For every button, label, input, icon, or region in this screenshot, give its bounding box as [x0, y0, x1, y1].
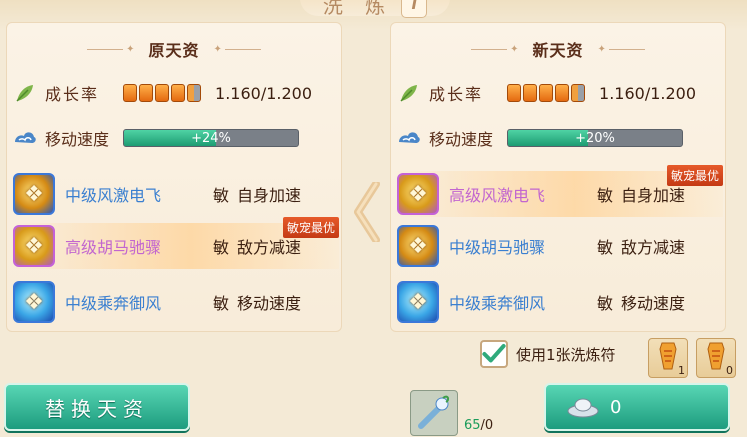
- skill-icon: ❖: [13, 173, 55, 215]
- panel-header: ✦ 原天资 ✦: [7, 37, 341, 61]
- skill-row[interactable]: ❖ 中级乘奔御风 敏 移动速度: [9, 279, 339, 325]
- skill-icon: ❖: [397, 225, 439, 267]
- growth-row: 成长率 1.160/1.200: [13, 81, 337, 105]
- skill-tag: 敏: [597, 294, 614, 313]
- leaf-icon: [397, 81, 421, 105]
- title-bar: 洗 炼 i: [300, 0, 450, 18]
- skill-row[interactable]: ❖ 高级风激电飞 敏 自身加速 敏宠最优: [393, 165, 723, 217]
- ornament-left: ✦: [471, 44, 518, 55]
- cloud-icon: [397, 126, 421, 150]
- talisman-count: 0: [726, 364, 733, 377]
- ornament-right: ✦: [214, 44, 261, 55]
- cost-value: 0: [610, 396, 622, 418]
- skill-name: 中级风激电飞: [65, 186, 162, 205]
- growth-pip: [539, 84, 554, 102]
- leaf-icon: [13, 81, 37, 105]
- talisman-count: 1: [678, 364, 685, 377]
- skill-name: 高级胡马驰骤: [65, 238, 162, 257]
- chevron-left-icon: [352, 180, 382, 244]
- talisman-icon: [704, 341, 728, 375]
- growth-pip: [155, 84, 170, 102]
- growth-pip: [171, 84, 186, 102]
- speed-bonus: +20%: [575, 130, 615, 146]
- skill-effect: 移动速度: [237, 294, 302, 313]
- skill-name: 中级乘奔御风: [449, 294, 546, 313]
- skill-effect: 敌方减速: [621, 238, 686, 257]
- speed-row: 移动速度 +20%: [397, 126, 721, 150]
- growth-pip: [139, 84, 154, 102]
- skill-row[interactable]: ❖ 中级胡马驰骤 敏 敌方减速: [393, 223, 723, 269]
- use-talisman-option[interactable]: 使用1张洗炼符: [480, 340, 616, 368]
- growth-pip: [123, 84, 138, 102]
- skill-row[interactable]: ❖ 中级乘奔御风 敏 移动速度: [393, 279, 723, 325]
- use-talisman-checkbox[interactable]: [480, 340, 508, 368]
- talisman-slot[interactable]: 0: [696, 338, 736, 378]
- replace-aptitude-button[interactable]: 替换天资: [4, 383, 190, 431]
- use-talisman-label: 使用1张洗炼符: [516, 345, 616, 364]
- refine-cost-button[interactable]: 0: [544, 383, 730, 431]
- growth-value: 1.160/1.200: [599, 83, 697, 103]
- elixir-have: 65: [464, 418, 481, 433]
- growth-pips: [507, 84, 586, 102]
- skill-icon: ❖: [13, 225, 55, 267]
- skill-effect: 自身加速: [237, 186, 302, 205]
- new-aptitude-panel: ✦ 新天资 ✦ 成长率 1.160/1.200 移动速度 +20% ❖ 高级风激…: [390, 22, 726, 332]
- skill-name: 高级风激电飞: [449, 186, 546, 205]
- speed-label: 移动速度: [429, 130, 494, 149]
- talisman-icon: [656, 341, 680, 375]
- growth-value: 1.160/1.200: [215, 83, 313, 103]
- ornament-left: ✦: [87, 44, 134, 55]
- best-badge: 敏宠最优: [666, 165, 723, 186]
- skill-icon: ❖: [13, 281, 55, 323]
- speed-row: 移动速度 +24%: [13, 126, 337, 150]
- skill-effect: 移动速度: [621, 294, 686, 313]
- ornament-right: ✦: [598, 44, 645, 55]
- speed-bar: +20%: [507, 129, 684, 147]
- growth-pip: [523, 84, 538, 102]
- growth-label: 成长率: [45, 85, 100, 104]
- skill-tag: 敏: [597, 186, 614, 205]
- speed-bar: +24%: [123, 129, 300, 147]
- elixir-slot[interactable]: [410, 390, 458, 436]
- growth-pip: [555, 84, 570, 102]
- skill-tag: 敏: [213, 294, 230, 313]
- silver-ingot-icon: [566, 395, 600, 419]
- speed-label: 移动速度: [45, 130, 110, 149]
- skill-row[interactable]: ❖ 高级胡马驰骤 敏 敌方减速 敏宠最优: [9, 217, 339, 269]
- elixir-count: 65/0: [464, 418, 493, 433]
- growth-pip: [507, 84, 522, 102]
- speed-bonus: +24%: [191, 130, 231, 146]
- growth-row: 成长率 1.160/1.200: [397, 81, 721, 105]
- panel-title: 原天资: [148, 41, 200, 60]
- panel-header: ✦ 新天资 ✦: [391, 37, 725, 61]
- best-badge: 敏宠最优: [282, 217, 339, 238]
- info-icon[interactable]: i: [401, 0, 428, 18]
- skill-tag: 敏: [213, 186, 230, 205]
- skill-row[interactable]: ❖ 中级风激电飞 敏 自身加速: [9, 171, 339, 217]
- talisman-slot[interactable]: 1: [648, 338, 688, 378]
- growth-pip: [187, 84, 202, 102]
- skill-icon: ❖: [397, 281, 439, 323]
- elixir-icon: [415, 392, 453, 434]
- growth-label: 成长率: [429, 85, 484, 104]
- panel-title: 新天资: [532, 41, 584, 60]
- skill-icon: ❖: [397, 173, 439, 215]
- page-title: 洗 炼: [322, 0, 394, 18]
- elixir-need: /0: [480, 418, 494, 433]
- skill-name: 中级胡马驰骤: [449, 238, 546, 257]
- cloud-icon: [13, 126, 37, 150]
- growth-pips: [123, 84, 202, 102]
- original-aptitude-panel: ✦ 原天资 ✦ 成长率 1.160/1.200 移动速度 +24% ❖ 中级风激…: [6, 22, 342, 332]
- skill-tag: 敏: [597, 238, 614, 257]
- growth-pip: [571, 84, 586, 102]
- skill-name: 中级乘奔御风: [65, 294, 162, 313]
- skill-tag: 敏: [213, 238, 230, 257]
